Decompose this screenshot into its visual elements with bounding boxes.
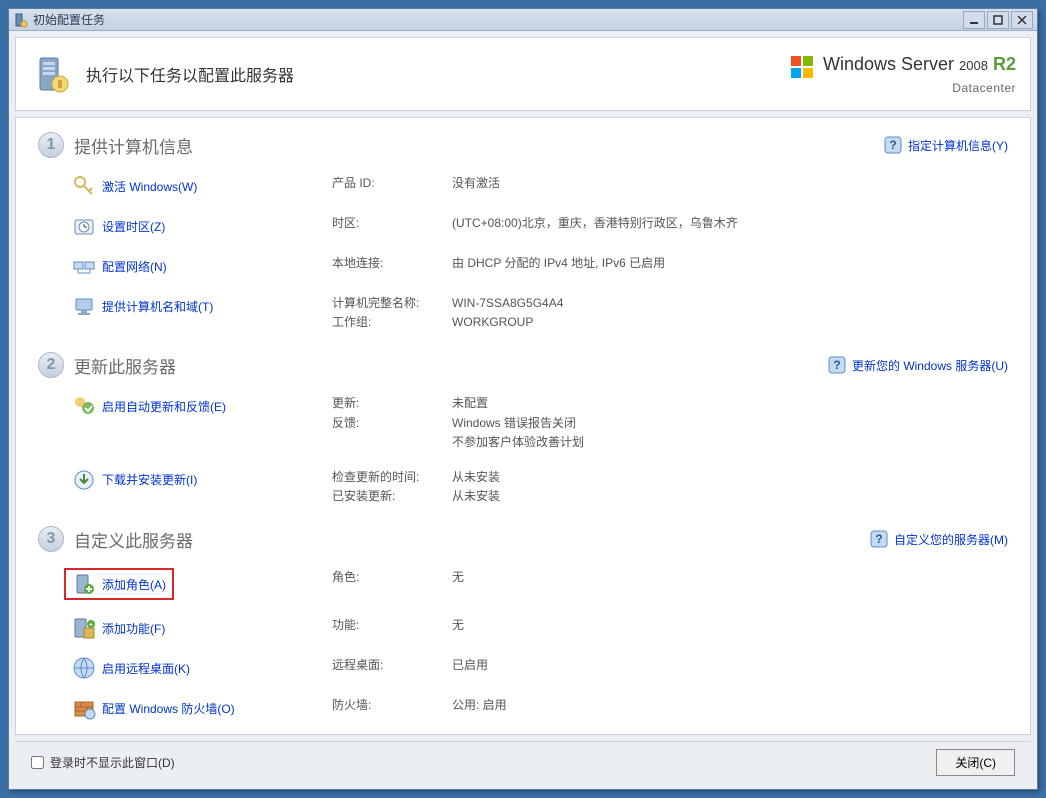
- dont-show-checkbox-label[interactable]: 登录时不显示此窗口(D): [31, 754, 936, 771]
- window-controls: [963, 11, 1033, 29]
- header: 执行以下任务以配置此服务器 Windows Server 2008 R2 Dat…: [15, 37, 1031, 111]
- auto-update-link[interactable]: 启用自动更新和反馈(E): [102, 398, 226, 415]
- help-link-3[interactable]: 自定义您的服务器(M): [894, 531, 1008, 548]
- titlebar[interactable]: 初始配置任务: [9, 9, 1037, 31]
- product-id-value: 没有激活: [452, 174, 1008, 191]
- server-add-icon: [72, 572, 96, 596]
- activate-windows-link[interactable]: 激活 Windows(W): [102, 178, 197, 195]
- svg-text:?: ?: [875, 532, 882, 546]
- maximize-button[interactable]: [987, 11, 1009, 29]
- header-server-icon: [30, 52, 74, 96]
- section-3-head: 3 自定义此服务器 ? 自定义您的服务器(M): [38, 526, 1008, 552]
- badge-3: 3: [38, 526, 64, 552]
- help-icon: ?: [828, 356, 846, 374]
- update-label: 更新:反馈:: [332, 394, 452, 432]
- app-icon: [13, 12, 29, 28]
- badge-1: 1: [38, 132, 64, 158]
- help-link-2[interactable]: 更新您的 Windows 服务器(U): [852, 357, 1008, 374]
- check-update-value: 从未安装从未安装: [452, 468, 1008, 506]
- content-area: 1 提供计算机信息 ? 指定计算机信息(Y) 激活 Windows(W) 产品 …: [15, 117, 1031, 735]
- help-link-1[interactable]: 指定计算机信息(Y): [908, 137, 1008, 154]
- update-value: 未配置Windows 错误报告关闭不参加客户体验改善计划: [452, 394, 1008, 452]
- set-timezone-link[interactable]: 设置时区(Z): [102, 218, 165, 235]
- bottom-bar: 登录时不显示此窗口(D) 关闭(C): [15, 741, 1031, 783]
- add-roles-highlight: 添加角色(A): [64, 568, 174, 600]
- roles-label: 角色:: [332, 568, 452, 585]
- svg-text:?: ?: [833, 358, 840, 372]
- badge-2: 2: [38, 352, 64, 378]
- configure-network-link[interactable]: 配置网络(N): [102, 258, 167, 275]
- features-icon: +: [72, 616, 96, 640]
- firewall-label: 防火墙:: [332, 696, 452, 713]
- section-3-title: 自定义此服务器: [74, 527, 870, 552]
- svg-text:?: ?: [889, 138, 896, 152]
- section-2-head: 2 更新此服务器 ? 更新您的 Windows 服务器(U): [38, 352, 1008, 378]
- remote-value: 已启用: [452, 656, 1008, 673]
- check-update-label: 检查更新的时间:已安装更新:: [332, 468, 452, 506]
- computer-icon: [72, 294, 96, 318]
- computer-name-link[interactable]: 提供计算机名和域(T): [102, 298, 213, 315]
- remote-label: 远程桌面:: [332, 656, 452, 673]
- product-id-label: 产品 ID:: [332, 174, 452, 191]
- config-tasks-window: 初始配置任务 执行以下任务以配置此服务器 Windows Server 2008…: [8, 8, 1038, 790]
- firewall-value: 公用: 启用: [452, 696, 1008, 713]
- local-conn-value: 由 DHCP 分配的 IPv4 地址, IPv6 已启用: [452, 254, 1008, 271]
- section-1-title: 提供计算机信息: [74, 133, 884, 158]
- timezone-value: (UTC+08:00)北京，重庆，香港特别行政区，乌鲁木齐: [452, 214, 1008, 231]
- fullname-value: WIN-7SSA8G5G4A4WORKGROUP: [452, 294, 1008, 332]
- features-value: 无: [452, 616, 1008, 633]
- local-conn-label: 本地连接:: [332, 254, 452, 271]
- firewall-link[interactable]: 配置 Windows 防火墙(O): [102, 700, 235, 717]
- close-dialog-button[interactable]: 关闭(C): [936, 749, 1015, 776]
- help-icon: ?: [870, 530, 888, 548]
- roles-value: 无: [452, 568, 1008, 585]
- dont-show-checkbox[interactable]: [31, 756, 44, 769]
- download-updates-link[interactable]: 下载并安装更新(I): [102, 471, 197, 488]
- update-icon: [72, 394, 96, 418]
- close-button[interactable]: [1011, 11, 1033, 29]
- window-title: 初始配置任务: [33, 11, 963, 28]
- section-1-head: 1 提供计算机信息 ? 指定计算机信息(Y): [38, 132, 1008, 158]
- fullname-label: 计算机完整名称:工作组:: [332, 294, 452, 332]
- add-roles-link[interactable]: 添加角色(A): [102, 576, 166, 593]
- key-icon: [72, 174, 96, 198]
- help-icon: ?: [884, 136, 902, 154]
- remote-desktop-icon: [72, 656, 96, 680]
- minimize-button[interactable]: [963, 11, 985, 29]
- remote-desktop-link[interactable]: 启用远程桌面(K): [102, 660, 190, 677]
- svg-text:+: +: [89, 620, 94, 629]
- network-icon: [72, 254, 96, 278]
- download-icon: [72, 468, 96, 492]
- add-features-link[interactable]: 添加功能(F): [102, 620, 165, 637]
- section-2-title: 更新此服务器: [74, 353, 828, 378]
- firewall-icon: [72, 696, 96, 720]
- header-title: 执行以下任务以配置此服务器: [86, 62, 789, 86]
- brand-logo: Windows Server 2008 R2 Datacenter: [789, 54, 1016, 95]
- timezone-label: 时区:: [332, 214, 452, 231]
- clock-icon: [72, 214, 96, 238]
- features-label: 功能:: [332, 616, 452, 633]
